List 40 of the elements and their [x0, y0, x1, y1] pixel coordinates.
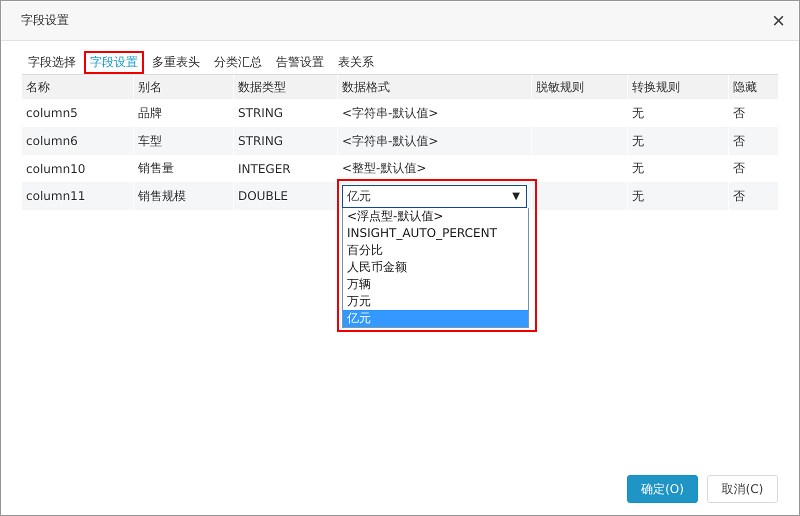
column-header: 隐藏 [733, 78, 757, 96]
table-cell: 无 [632, 188, 644, 204]
column-header: 数据格式 [342, 78, 390, 96]
column-header: 数据类型 [238, 78, 286, 96]
table-cell: column5 [26, 106, 78, 120]
table-cell: DOUBLE [238, 189, 288, 203]
cancel-button[interactable]: 取消(C) [707, 475, 778, 503]
table-cell: 车型 [138, 132, 162, 150]
tab[interactable]: 表关系 [332, 51, 380, 74]
table-cell: 无 [632, 104, 644, 122]
table-cell: STRING [238, 106, 284, 120]
table-cell: <字符串-默认值> [342, 132, 438, 150]
table-cell: 无 [632, 132, 644, 150]
table-cell: 否 [733, 132, 745, 150]
table-cell: 否 [733, 188, 745, 204]
table-cell: column6 [26, 134, 78, 148]
table-cell: <字符串-默认值> [342, 104, 438, 122]
table-cell: 销售量 [138, 160, 174, 177]
table-cell: column11 [26, 189, 86, 203]
dialog-title: 字段设置 [21, 12, 69, 29]
column-header: 转换规则 [632, 78, 680, 96]
format-select[interactable]: 亿元 ▼ [342, 184, 527, 208]
table-cell: column10 [26, 162, 86, 176]
table-cell: 无 [632, 160, 644, 177]
table-cell: 否 [733, 160, 745, 177]
dropdown-arrow-icon: ▼ [512, 190, 520, 202]
tab[interactable]: 告警设置 [270, 51, 330, 74]
table-cell: INTEGER [238, 162, 291, 176]
tab[interactable]: 多重表头 [146, 51, 206, 74]
table-cell: STRING [238, 134, 284, 148]
close-button[interactable]: × [772, 10, 785, 32]
table-cell: <整型-默认值> [342, 160, 426, 177]
table-cell: 否 [733, 104, 745, 122]
table-cell: 销售规模 [138, 188, 186, 204]
column-header: 名称 [26, 78, 50, 96]
column-header: 脱敏规则 [536, 78, 584, 96]
tab[interactable]: 字段选择 [22, 51, 82, 74]
column-header: 别名 [138, 78, 162, 96]
table-cell: 品牌 [138, 104, 162, 122]
tab[interactable]: 分类汇总 [208, 51, 268, 74]
